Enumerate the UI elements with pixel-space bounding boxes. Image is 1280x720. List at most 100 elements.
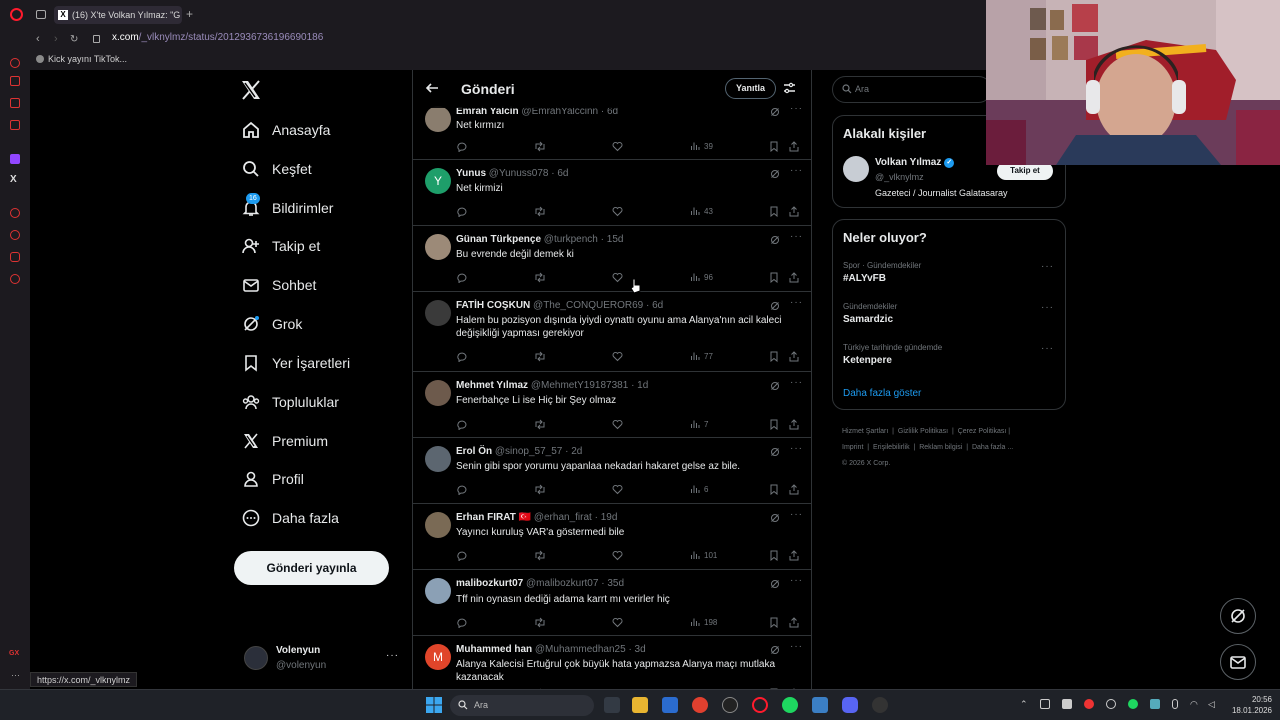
post-time[interactable]: · 3d: [628, 644, 645, 655]
share-button[interactable]: [789, 204, 799, 218]
opera-logo-icon[interactable]: [10, 8, 23, 21]
more-icon[interactable]: ···: [790, 509, 803, 520]
author-handle[interactable]: @sinop_57_57: [495, 446, 562, 457]
sidebar-x-icon[interactable]: X: [10, 174, 17, 185]
sidebar-history-icon[interactable]: [10, 208, 20, 218]
like-button[interactable]: [612, 482, 623, 496]
repost-button[interactable]: [534, 417, 546, 431]
repost-button[interactable]: [534, 482, 546, 496]
reply-button[interactable]: [456, 417, 467, 431]
author-name[interactable]: Erhan FIRAT: [456, 512, 516, 523]
author-name[interactable]: Erol Ön: [456, 446, 492, 457]
reply-post[interactable]: Y Yunus @Yunuss078 · 6d ··· Net kirmizi 43: [413, 160, 811, 226]
chrome-icon[interactable]: [692, 697, 708, 713]
avatar[interactable]: Y: [425, 168, 451, 194]
author-handle[interactable]: @MehmetY19187381: [531, 380, 628, 391]
reply-button[interactable]: [456, 139, 467, 153]
gx-icon[interactable]: GX: [9, 650, 19, 657]
reply-post[interactable]: M Muhammed han @Muhammedhan25 · 3d ··· Alan…: [413, 636, 811, 689]
windows-start-icon[interactable]: [426, 697, 442, 713]
share-button[interactable]: [789, 349, 799, 363]
grok-icon[interactable]: [770, 447, 780, 457]
avatar[interactable]: [425, 106, 451, 132]
tray-network-icon[interactable]: [1040, 699, 1050, 709]
repost-button[interactable]: [534, 548, 546, 562]
nav-item-follow[interactable]: Takip et: [240, 231, 320, 261]
more-icon[interactable]: ···: [790, 377, 803, 388]
wifi-icon[interactable]: ◠: [1190, 699, 1198, 710]
trend-item[interactable]: Spor · Gündemdekiler #ALYvFB ···: [833, 258, 1065, 292]
more-icon[interactable]: ···: [1041, 302, 1054, 313]
forward-icon[interactable]: ›: [54, 33, 58, 45]
grok-icon[interactable]: [770, 513, 780, 523]
repost-button[interactable]: [534, 204, 546, 218]
post-button[interactable]: Gönderi yayınla: [234, 551, 389, 585]
reply-button[interactable]: Yanıtla: [725, 78, 776, 99]
bookmark-button[interactable]: [769, 548, 779, 562]
tray-spotify-icon[interactable]: [1128, 699, 1138, 709]
author-name[interactable]: Mehmet Yılmaz: [456, 380, 528, 391]
sidebar-twitch-icon[interactable]: [10, 154, 20, 164]
post-time[interactable]: · 6d: [646, 300, 663, 311]
post-time[interactable]: · 15d: [601, 234, 624, 245]
footer-link[interactable]: Hizmet Şartları: [842, 428, 888, 435]
person-name-row[interactable]: Volkan Yılmaz ✓: [875, 157, 955, 168]
tray-chevron-icon[interactable]: ⌃: [1020, 699, 1028, 710]
taskbar-search[interactable]: Ara: [450, 695, 594, 716]
post-time[interactable]: · 6d: [551, 168, 568, 179]
more-icon[interactable]: ···: [386, 650, 399, 661]
grok-fab[interactable]: [1220, 598, 1256, 634]
new-tab-button[interactable]: +: [186, 7, 193, 21]
footer-link[interactable]: Çerez Politikası: [958, 428, 1007, 435]
reply-post[interactable]: Günan Türkpençe @turkpench · 15d ··· Bu ev…: [413, 226, 811, 292]
more-icon[interactable]: ···: [790, 165, 803, 176]
author-name[interactable]: Yunus: [456, 168, 486, 179]
more-icon[interactable]: ···: [790, 575, 803, 586]
like-button[interactable]: [612, 270, 623, 284]
avatar[interactable]: [843, 156, 869, 182]
more-icon[interactable]: ···: [1041, 261, 1054, 272]
repost-button[interactable]: [534, 615, 546, 629]
author-handle[interactable]: @turkpench: [544, 234, 598, 245]
author-handle[interactable]: @malibozkurt07: [526, 578, 598, 589]
nav-item-explore[interactable]: Keşfet: [240, 154, 312, 184]
bookmark-item[interactable]: Kick yayını TikTok...: [48, 54, 127, 64]
author-handle[interactable]: @Muhammedhan25: [535, 644, 626, 655]
nav-item-notifications[interactable]: 16 Bildirimler: [240, 193, 333, 223]
like-button[interactable]: [612, 139, 623, 153]
avatar[interactable]: M: [425, 644, 451, 670]
bookmark-button[interactable]: [769, 349, 779, 363]
filter-icon[interactable]: [783, 82, 796, 95]
obs-icon[interactable]: [872, 697, 888, 713]
sidebar-messenger-icon[interactable]: [10, 120, 20, 130]
post-time[interactable]: · 35d: [601, 578, 624, 589]
tray-steam-icon[interactable]: [1106, 699, 1116, 709]
reply-post[interactable]: malibozkurt07 @malibozkurt07 · 35d ··· Tff…: [413, 570, 811, 636]
author-name[interactable]: malibozkurt07: [456, 578, 523, 589]
views-button[interactable]: 6: [690, 482, 708, 496]
reply-post[interactable]: FATİH COŞKUN @The_CONQUEROR69 · 6d ··· Hal…: [413, 292, 811, 372]
views-button[interactable]: 77: [690, 349, 713, 363]
footer-link[interactable]: Erişilebilirlik: [873, 444, 910, 451]
reply-button[interactable]: [456, 349, 467, 363]
reply-post[interactable]: Mehmet Yılmaz @MehmetY19187381 · 1d ··· Fe…: [413, 372, 811, 438]
bookmark-button[interactable]: [769, 270, 779, 284]
bookmark-button[interactable]: [769, 204, 779, 218]
nav-item-profile[interactable]: Profil: [240, 464, 304, 494]
post-time[interactable]: · 19d: [595, 512, 618, 523]
reply-post[interactable]: Erol Ön @sinop_57_57 · 2d ··· Senin gibi s…: [413, 438, 811, 504]
back-arrow-icon[interactable]: [425, 81, 439, 95]
workspaces-icon[interactable]: [36, 10, 46, 19]
views-button[interactable]: 96: [690, 270, 713, 284]
share-button[interactable]: [789, 270, 799, 284]
repost-button[interactable]: [534, 270, 546, 284]
views-button[interactable]: 101: [690, 548, 717, 562]
tray-app2-icon[interactable]: [1150, 699, 1160, 709]
author-name[interactable]: Günan Türkpençe: [456, 234, 541, 245]
footer-link[interactable]: Gizlilik Politikası: [898, 428, 948, 435]
like-button[interactable]: [612, 417, 623, 431]
steam-icon[interactable]: [722, 697, 738, 713]
repost-button[interactable]: [534, 139, 546, 153]
share-button[interactable]: [789, 139, 799, 153]
sidebar-player-icon[interactable]: [10, 98, 20, 108]
